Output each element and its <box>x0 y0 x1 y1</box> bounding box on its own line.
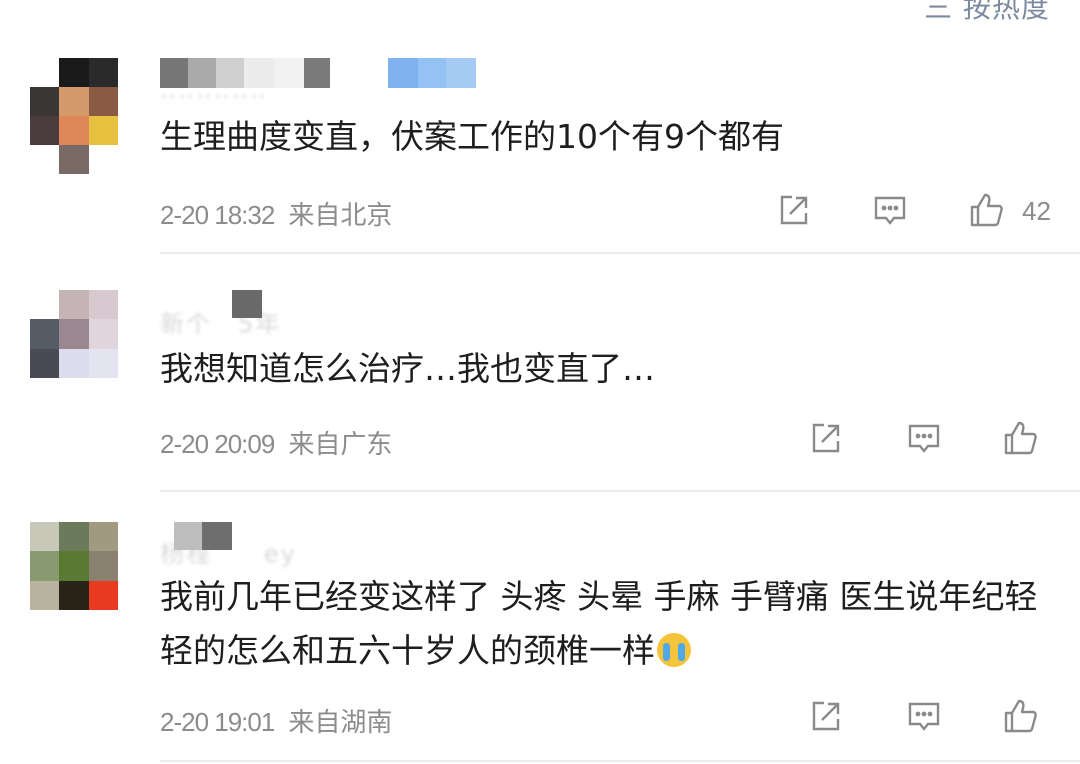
comment-icon[interactable] <box>904 418 944 458</box>
avatar[interactable] <box>30 522 118 610</box>
share-icon[interactable] <box>774 190 814 230</box>
like-count: 42 <box>1022 196 1051 226</box>
username-mosaic[interactable] <box>160 58 476 88</box>
comment-icon[interactable] <box>904 696 944 736</box>
comment-item: ‥‥‥‥‥‥ 生理曲度变直，伏案工作的10个有9个都有 2-20 18:32 来自… <box>0 0 1080 252</box>
comment-text: 我想知道怎么治疗…我也变直了… <box>160 349 655 388</box>
comment-item: 新个 5年 我想知道怎么治疗…我也变直了… 2-20 20:09 来自广东 <box>0 254 1080 490</box>
divider <box>160 760 1080 762</box>
thumbs-up-icon[interactable] <box>966 190 1006 230</box>
comment-text: 我前几年已经变这样了 头疼 头晕 手麻 手臂痛 医生说年纪轻轻的怎么和五六十岁人… <box>160 570 1050 678</box>
comment-item: 杨程 ey 我前几年已经变这样了 头疼 头晕 手麻 手臂痛 医生说年纪轻轻的怎么… <box>0 492 1080 764</box>
comment-text-content: 我前几年已经变这样了 头疼 头晕 手麻 手臂痛 医生说年纪轻轻的怎么和五六十岁人… <box>160 577 1038 670</box>
username-mosaic[interactable] <box>174 522 232 550</box>
comment-actions <box>0 696 1080 740</box>
thumbs-up-icon[interactable] <box>1000 418 1040 458</box>
username-blurred: 新个 5年 <box>160 310 282 338</box>
avatar[interactable] <box>30 58 118 174</box>
comment-actions <box>0 418 1080 462</box>
share-icon[interactable] <box>806 696 846 736</box>
share-icon[interactable] <box>806 418 846 458</box>
username-mosaic[interactable] <box>232 290 262 318</box>
comment-icon[interactable] <box>870 190 910 230</box>
avatar[interactable] <box>30 290 118 378</box>
thumbs-up-icon[interactable] <box>1000 696 1040 736</box>
comment-actions: 42 <box>0 190 1080 234</box>
comment-text: 生理曲度变直，伏案工作的10个有9个都有 <box>160 117 784 156</box>
crying-emoji-icon <box>657 633 691 667</box>
